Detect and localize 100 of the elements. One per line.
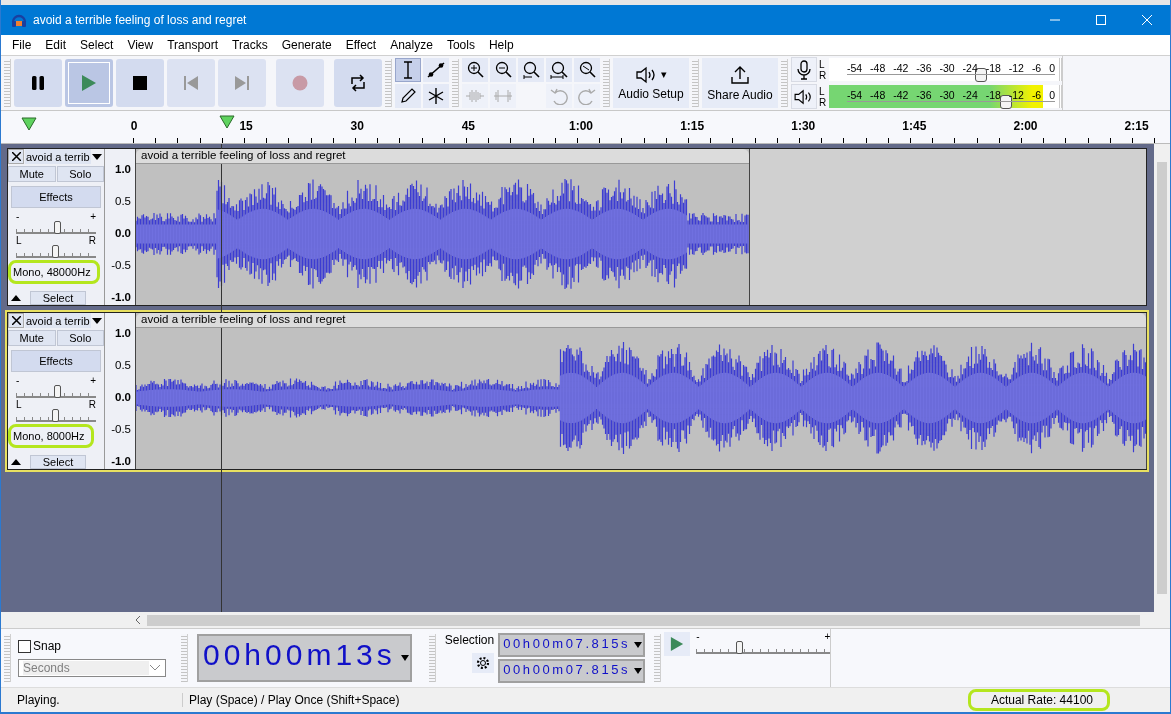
time-display[interactable]: 00h00m13s xyxy=(197,634,412,682)
settings-button[interactable] xyxy=(472,653,495,673)
fit-selection-button[interactable] xyxy=(518,58,544,82)
vertical-scrollbar[interactable] xyxy=(1154,144,1170,612)
mute-button[interactable]: Mute xyxy=(8,330,56,346)
zoom-toggle-button[interactable] xyxy=(574,58,600,82)
mute-button[interactable]: Mute xyxy=(8,166,56,182)
slider-thumb[interactable] xyxy=(52,245,59,258)
toolbar-grip[interactable] xyxy=(385,59,392,107)
fit-project-button[interactable] xyxy=(546,58,572,82)
meter-scale-label: -36 xyxy=(916,62,932,74)
ruler-label: 1:45 xyxy=(902,119,927,133)
stop-button[interactable] xyxy=(116,59,164,107)
audio-clip[interactable]: avoid a terrible feeling of loss and regret xyxy=(135,313,1147,469)
loop-button[interactable] xyxy=(334,59,382,107)
solo-button[interactable]: Solo xyxy=(56,166,104,182)
toolbar-grip[interactable] xyxy=(428,634,436,682)
slider-label: + xyxy=(90,376,96,386)
skip-to-end-icon xyxy=(234,75,250,91)
toolbar-grip[interactable] xyxy=(4,59,11,107)
selection-label: Selection xyxy=(444,633,495,647)
slider-thumb[interactable] xyxy=(736,641,744,654)
speaker-button[interactable] xyxy=(791,84,817,109)
menu-item[interactable]: Transport xyxy=(160,38,226,52)
status-text: Playing. xyxy=(1,693,183,707)
caret-icon xyxy=(91,153,102,160)
menu-item[interactable]: Edit xyxy=(38,38,74,52)
envelope-tool-button[interactable] xyxy=(423,58,449,82)
headphones-icon xyxy=(11,12,27,28)
menu-item[interactable]: View xyxy=(120,38,161,52)
channel-label: R xyxy=(819,69,827,81)
scrollbar-thumb[interactable] xyxy=(147,614,1140,626)
solo-button[interactable]: Solo xyxy=(56,330,104,346)
menu-item[interactable]: Select xyxy=(73,38,121,52)
meter-scale-label: -42 xyxy=(893,89,909,101)
toolbar-grip[interactable] xyxy=(4,634,11,682)
meter-scale-label: -30 xyxy=(939,89,955,101)
audio-setup-button[interactable]: ▾ Audio Setup xyxy=(613,58,689,108)
scroll-left-icon[interactable] xyxy=(135,616,141,624)
play-at-speed-button[interactable] xyxy=(664,632,691,656)
share-audio-button[interactable]: Share Audio xyxy=(702,58,778,108)
stop-icon xyxy=(133,76,147,90)
menu-item[interactable]: Tracks xyxy=(225,38,275,52)
slider-thumb[interactable] xyxy=(53,385,61,398)
menu-item[interactable]: Analyze xyxy=(383,38,440,52)
track-format-label: Mono, 8000Hz xyxy=(8,424,94,448)
pencil-icon xyxy=(400,88,416,104)
toolbar-grip[interactable] xyxy=(452,59,459,107)
timeline-ruler[interactable]: 0 15 30 45 1:00 1:15 1:30 1:45 2:00 2:15 xyxy=(1,111,1170,144)
menu-item[interactable]: Tools xyxy=(439,38,482,52)
meter-scale-label: -54 xyxy=(847,89,863,101)
audio-track[interactable]: avoid a terrib Mute Solo Effects - + L R Mono, 48000Hz Select 1.0 0.5 0.0 -0.5 -1.0 avoid a terrible feeling of loss and regret xyxy=(7,148,1147,306)
draw-tool-button[interactable] xyxy=(395,84,421,108)
select-button[interactable]: Select xyxy=(30,291,86,305)
play-button[interactable] xyxy=(65,59,113,107)
zoom-out-button[interactable] xyxy=(490,58,516,82)
undo-icon xyxy=(550,87,568,105)
audio-track[interactable]: avoid a terrib Mute Solo Effects - + L R Mono, 8000Hz Select 1.0 0.5 0.0 -0.5 -1.0 avoid a terrible feeling of loss and regret xyxy=(7,312,1147,470)
amplitude-label: -0.5 xyxy=(111,259,131,271)
magnifier-icon xyxy=(550,61,568,79)
audio-clip[interactable]: avoid a terrible feeling of loss and regret xyxy=(135,149,750,305)
window-title: avoid a terrible feeling of loss and regret xyxy=(33,13,247,27)
effects-button[interactable]: Effects xyxy=(11,350,101,372)
slider-label: R xyxy=(88,400,96,410)
effects-button[interactable]: Effects xyxy=(11,186,101,208)
waveform-icon xyxy=(493,89,513,103)
slider-thumb[interactable] xyxy=(52,409,59,422)
select-button[interactable]: Select xyxy=(30,455,86,469)
zoom-in-button[interactable] xyxy=(462,58,488,82)
slider-thumb[interactable] xyxy=(53,221,61,234)
channel-label: R xyxy=(819,96,827,108)
amplitude-label: 1.0 xyxy=(115,327,131,339)
toolbar-grip[interactable] xyxy=(654,634,662,682)
microphone-button[interactable] xyxy=(791,57,817,82)
toolbar-grip[interactable] xyxy=(781,59,788,107)
amplitude-label: 0.5 xyxy=(115,359,131,371)
caret-icon[interactable] xyxy=(400,655,409,661)
track-name-menu[interactable]: avoid a terrib xyxy=(25,149,91,164)
slider-label: - xyxy=(16,376,20,386)
pause-button[interactable] xyxy=(14,59,62,107)
settings-icon xyxy=(476,656,491,670)
magnifier-icon xyxy=(522,61,540,79)
snap-label: Snap xyxy=(33,639,62,653)
menu-item[interactable]: File xyxy=(5,38,39,52)
toolbar-grip[interactable] xyxy=(692,59,699,107)
ruler-label: 30 xyxy=(350,119,364,133)
redo-icon xyxy=(578,87,596,105)
menu-item[interactable]: Help xyxy=(481,38,521,52)
track-name-menu[interactable]: avoid a terrib xyxy=(25,313,91,328)
select-tool-button[interactable] xyxy=(395,58,421,82)
status-hint: Play (Space) / Play Once (Shift+Space) xyxy=(188,693,400,707)
close-icon xyxy=(11,316,21,325)
toolbar-grip[interactable] xyxy=(603,59,610,107)
amplitude-label: -1.0 xyxy=(111,455,131,467)
multi-tool-button[interactable] xyxy=(423,84,449,108)
toolbar-grip[interactable] xyxy=(181,634,188,682)
magnifier-icon xyxy=(494,61,512,79)
menu-item[interactable]: Generate xyxy=(274,38,339,52)
menu-item[interactable]: Effect xyxy=(338,38,384,52)
caret-icon xyxy=(91,317,102,324)
